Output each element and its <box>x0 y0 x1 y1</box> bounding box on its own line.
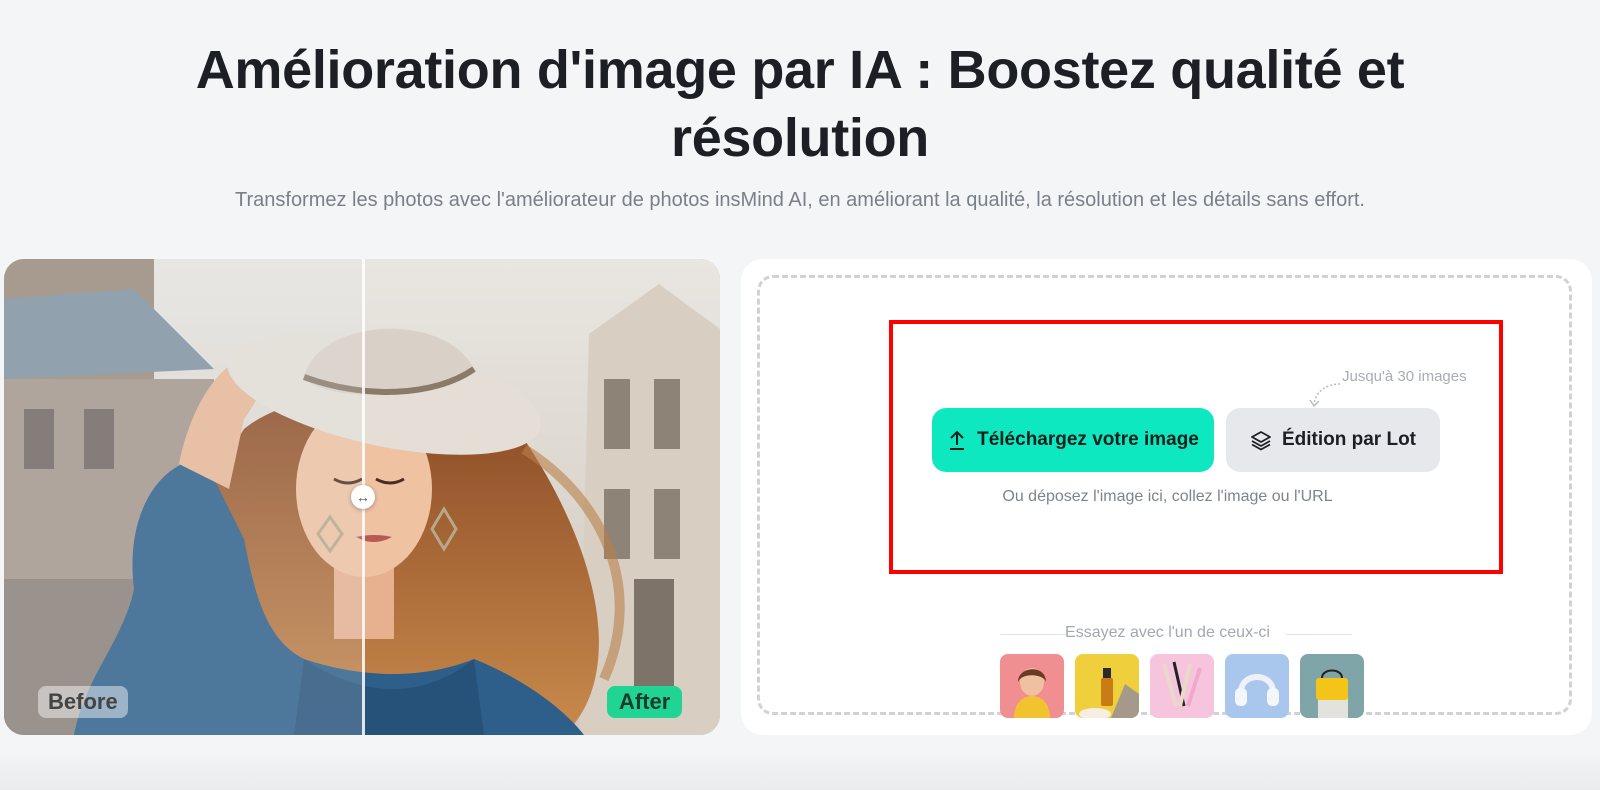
divider-right <box>1286 634 1352 635</box>
batch-limit-note: Jusqu'à 30 images <box>1342 368 1467 385</box>
image-dropzone[interactable]: Jusqu'à 30 images Téléchargez votre imag… <box>757 275 1572 718</box>
samples-label: Essayez avec l'un de ceux-ci <box>1065 624 1270 641</box>
page-title: Amélioration d'image par IA : Boostez qu… <box>0 36 1600 172</box>
upload-image-button[interactable]: Téléchargez votre image <box>932 408 1214 472</box>
after-label: After <box>607 686 683 718</box>
batch-edit-label: Édition par Lot <box>1281 429 1417 450</box>
page-title-line-2: résolution <box>670 108 929 168</box>
page: Amélioration d'image par IA : Boostez qu… <box>0 0 1600 790</box>
layers-icon <box>1251 431 1271 451</box>
page-subtitle: Transformez les photos avec l'améliorate… <box>235 189 1365 211</box>
page-title-line-1: Amélioration d'image par IA : Boostez qu… <box>195 40 1405 100</box>
upload-arrow-icon <box>950 430 965 450</box>
before-after-comparison[interactable]: ↔ Before After <box>4 259 720 735</box>
curved-arrow-icon <box>1309 383 1341 408</box>
left-right-arrows-icon[interactable]: ↔ <box>351 485 375 509</box>
page-footer-edge <box>0 758 1600 790</box>
sample-serum-bottle[interactable] <box>1075 654 1139 718</box>
batch-edit-button[interactable]: Édition par Lot <box>1226 408 1440 472</box>
sample-headphones[interactable] <box>1225 654 1289 718</box>
before-label: Before <box>38 686 128 718</box>
upload-image-label: Téléchargez votre image <box>977 429 1199 450</box>
sample-makeup-brushes[interactable] <box>1150 654 1214 718</box>
upload-card: Jusqu'à 30 images Téléchargez votre imag… <box>741 259 1592 735</box>
sample-images <box>1000 654 1364 718</box>
before-overlay <box>4 259 362 735</box>
sample-yellow-handbag[interactable] <box>1300 654 1364 718</box>
sample-woman-portrait[interactable] <box>1000 654 1064 718</box>
drop-hint: Ou déposez l'image ici, collez l'image o… <box>1002 488 1333 505</box>
